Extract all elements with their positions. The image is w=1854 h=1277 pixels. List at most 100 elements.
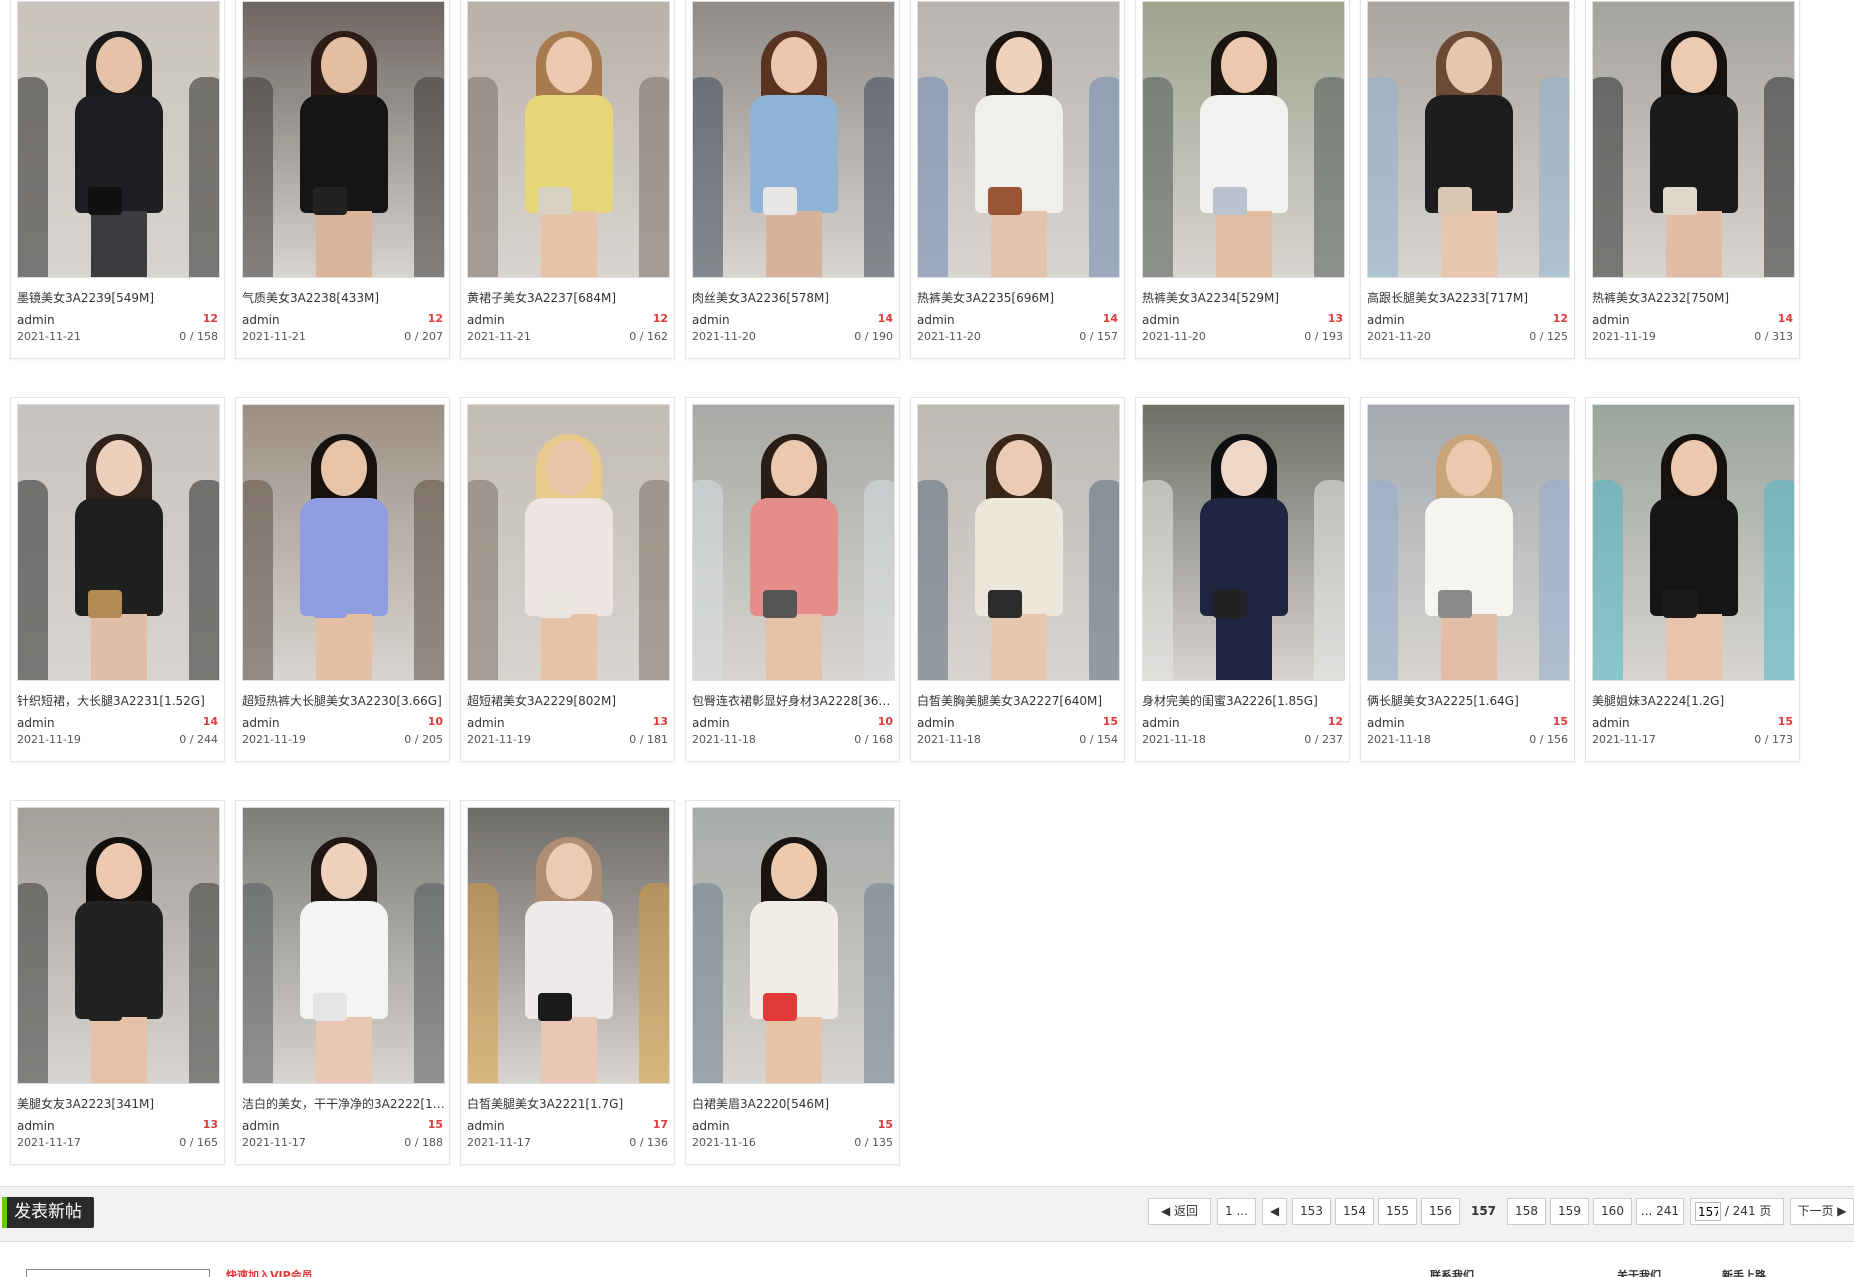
- thread-author[interactable]: admin: [1142, 313, 1180, 327]
- thread-title[interactable]: 超短热裤大长腿美女3A2230[3.66G]: [242, 692, 445, 709]
- page-link[interactable]: 158: [1507, 1198, 1546, 1225]
- thread-card[interactable]: 黄裙子美女3A2237[684M] admin 12 2021-11-21 0 / 16…: [460, 0, 675, 359]
- thread-thumbnail[interactable]: [692, 404, 895, 681]
- thread-title[interactable]: 黄裙子美女3A2237[684M]: [467, 289, 670, 306]
- thread-title[interactable]: 热裤美女3A2234[529M]: [1142, 289, 1345, 306]
- thread-title[interactable]: 针织短裙，大长腿3A2231[1.52G]: [17, 692, 220, 709]
- new-post-button[interactable]: 发表新帖: [2, 1197, 94, 1228]
- thread-title[interactable]: 洁白的美女，干干净净的3A2222[1....: [242, 1095, 445, 1112]
- thread-card[interactable]: 高跟长腿美女3A2233[717M] admin 12 2021-11-20 0 / 1…: [1360, 0, 1575, 359]
- thread-title[interactable]: 热裤美女3A2235[696M]: [917, 289, 1120, 306]
- thread-thumbnail[interactable]: [1142, 1, 1345, 278]
- thread-thumbnail[interactable]: [242, 1, 445, 278]
- thread-title[interactable]: 墨镜美女3A2239[549M]: [17, 289, 220, 306]
- thread-author[interactable]: admin: [467, 1119, 505, 1133]
- thread-thumbnail[interactable]: [1592, 1, 1795, 278]
- thread-thumbnail[interactable]: [242, 404, 445, 681]
- thread-title[interactable]: 白皙美胸美腿美女3A2227[640M]: [917, 692, 1120, 709]
- thread-card[interactable]: 热裤美女3A2234[529M] admin 13 2021-11-20 0 / 193: [1135, 0, 1350, 359]
- thread-title[interactable]: 超短裙美女3A2229[802M]: [467, 692, 670, 709]
- page-next-button[interactable]: 下一页 ▶: [1790, 1198, 1854, 1225]
- thread-thumbnail[interactable]: [917, 1, 1120, 278]
- thread-author[interactable]: admin: [917, 313, 955, 327]
- thread-title[interactable]: 身材完美的闺蜜3A2226[1.85G]: [1142, 692, 1345, 709]
- thread-card[interactable]: 洁白的美女，干干净净的3A2222[1.... admin 15 2021-11-17…: [235, 800, 450, 1165]
- thread-card[interactable]: 热裤美女3A2232[750M] admin 14 2021-11-19 0 / 313: [1585, 0, 1800, 359]
- thread-card[interactable]: 俩长腿美女3A2225[1.64G] admin 15 2021-11-18 0 / 1…: [1360, 397, 1575, 762]
- thread-thumbnail[interactable]: [242, 807, 445, 1084]
- thread-card[interactable]: 美腿姐妹3A2224[1.2G] admin 15 2021-11-17 0 / 173: [1585, 397, 1800, 762]
- thread-author[interactable]: admin: [1592, 313, 1630, 327]
- thread-card[interactable]: 白皙美腿美女3A2221[1.7G] admin 17 2021-11-17 0 / 1…: [460, 800, 675, 1165]
- thread-card[interactable]: 超短热裤大长腿美女3A2230[3.66G] admin 10 2021-11-19 0…: [235, 397, 450, 762]
- thread-author[interactable]: admin: [17, 1119, 55, 1133]
- vip-join-link[interactable]: 快速加入VIP会员: [226, 1267, 313, 1277]
- thread-title[interactable]: 包臀连衣裙彰显好身材3A2228[369M]: [692, 692, 895, 709]
- thread-author[interactable]: admin: [917, 716, 955, 730]
- thread-title[interactable]: 高跟长腿美女3A2233[717M]: [1367, 289, 1570, 306]
- thread-author[interactable]: admin: [467, 313, 505, 327]
- thread-thumbnail[interactable]: [17, 807, 220, 1084]
- thread-author[interactable]: admin: [1367, 313, 1405, 327]
- thread-author[interactable]: admin: [1142, 716, 1180, 730]
- thread-author[interactable]: admin: [17, 313, 55, 327]
- thread-card[interactable]: 肉丝美女3A2236[578M] admin 14 2021-11-20 0 / 190: [685, 0, 900, 359]
- footer-contact-link[interactable]: 联系我们: [1430, 1267, 1474, 1277]
- thread-thumbnail[interactable]: [692, 807, 895, 1084]
- page-last-link[interactable]: ... 241: [1636, 1198, 1684, 1225]
- thread-card[interactable]: 白裙美眉3A2220[546M] admin 15 2021-11-16 0 / 135: [685, 800, 900, 1165]
- thread-title[interactable]: 白裙美眉3A2220[546M]: [692, 1095, 895, 1112]
- thread-title[interactable]: 美腿姐妹3A2224[1.2G]: [1592, 692, 1795, 709]
- thread-title[interactable]: 肉丝美女3A2236[578M]: [692, 289, 895, 306]
- page-first-link[interactable]: 1 ...: [1217, 1198, 1256, 1225]
- thread-thumbnail[interactable]: [692, 1, 895, 278]
- thread-author[interactable]: admin: [692, 716, 730, 730]
- thread-card[interactable]: 美腿女友3A2223[341M] admin 13 2021-11-17 0 / 165: [10, 800, 225, 1165]
- thread-title[interactable]: 白皙美腿美女3A2221[1.7G]: [467, 1095, 670, 1112]
- thread-card[interactable]: 墨镜美女3A2239[549M] admin 12 2021-11-21 0 / 158: [10, 0, 225, 359]
- thread-card[interactable]: 白皙美胸美腿美女3A2227[640M] admin 15 2021-11-18 0 /…: [910, 397, 1125, 762]
- page-back-button[interactable]: ◀ 返回: [1148, 1198, 1211, 1225]
- thread-author[interactable]: admin: [692, 1119, 730, 1133]
- page-link[interactable]: 159: [1550, 1198, 1589, 1225]
- thread-thumbnail[interactable]: [467, 1, 670, 278]
- page-link[interactable]: 153: [1292, 1198, 1331, 1225]
- thread-thumbnail[interactable]: [1142, 404, 1345, 681]
- thread-thumbnail[interactable]: [1367, 1, 1570, 278]
- thread-title[interactable]: 热裤美女3A2232[750M]: [1592, 289, 1795, 306]
- thumbnail-bystander: [468, 480, 498, 680]
- footer-guide-link[interactable]: 新手上路: [1722, 1267, 1766, 1277]
- thread-author[interactable]: admin: [692, 313, 730, 327]
- footer-about-link[interactable]: 关于我们: [1617, 1267, 1661, 1277]
- thread-title[interactable]: 美腿女友3A2223[341M]: [17, 1095, 220, 1112]
- thread-thumbnail[interactable]: [917, 404, 1120, 681]
- thread-author[interactable]: admin: [17, 716, 55, 730]
- thread-author[interactable]: admin: [242, 313, 280, 327]
- page-jump-input[interactable]: [1695, 1202, 1721, 1221]
- thread-thumbnail[interactable]: [1592, 404, 1795, 681]
- thread-card[interactable]: 气质美女3A2238[433M] admin 12 2021-11-21 0 / 207: [235, 0, 450, 359]
- thread-thumbnail[interactable]: [17, 404, 220, 681]
- page-link[interactable]: 156: [1421, 1198, 1460, 1225]
- thread-card[interactable]: 超短裙美女3A2229[802M] admin 13 2021-11-19 0 / 18…: [460, 397, 675, 762]
- thread-thumbnail[interactable]: [467, 404, 670, 681]
- thread-thumbnail[interactable]: [467, 807, 670, 1084]
- thread-card[interactable]: 包臀连衣裙彰显好身材3A2228[369M] admin 10 2021-11-18 0…: [685, 397, 900, 762]
- page-prev-button[interactable]: ◀: [1262, 1198, 1287, 1225]
- page-link[interactable]: 155: [1378, 1198, 1417, 1225]
- thread-date: 2021-11-19: [17, 733, 81, 746]
- thread-card[interactable]: 针织短裙，大长腿3A2231[1.52G] admin 14 2021-11-19 0 …: [10, 397, 225, 762]
- thread-card[interactable]: 身材完美的闺蜜3A2226[1.85G] admin 12 2021-11-18 0 /…: [1135, 397, 1350, 762]
- page-link[interactable]: 154: [1335, 1198, 1374, 1225]
- thread-author[interactable]: admin: [242, 1119, 280, 1133]
- thread-title[interactable]: 俩长腿美女3A2225[1.64G]: [1367, 692, 1570, 709]
- thread-title[interactable]: 气质美女3A2238[433M]: [242, 289, 445, 306]
- thread-thumbnail[interactable]: [17, 1, 220, 278]
- thread-author[interactable]: admin: [1367, 716, 1405, 730]
- page-link[interactable]: 160: [1593, 1198, 1632, 1225]
- thread-thumbnail[interactable]: [1367, 404, 1570, 681]
- thread-author[interactable]: admin: [242, 716, 280, 730]
- thread-card[interactable]: 热裤美女3A2235[696M] admin 14 2021-11-20 0 / 157: [910, 0, 1125, 359]
- thread-author[interactable]: admin: [467, 716, 505, 730]
- thread-author[interactable]: admin: [1592, 716, 1630, 730]
